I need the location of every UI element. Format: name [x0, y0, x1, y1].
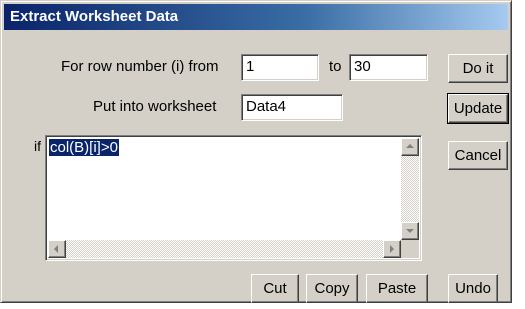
- cut-button[interactable]: Cut: [251, 274, 299, 303]
- condition-text[interactable]: col(B)[i]>0: [49, 139, 119, 156]
- scroll-down-button[interactable]: [401, 222, 419, 240]
- title-bar[interactable]: Extract Worksheet Data: [4, 4, 508, 30]
- scroll-up-button[interactable]: [401, 138, 419, 156]
- extract-worksheet-dialog: Extract Worksheet Data For row number (i…: [0, 0, 512, 303]
- scroll-right-button[interactable]: [383, 240, 401, 258]
- scrollbar-corner: [401, 240, 419, 258]
- copy-button[interactable]: Copy: [306, 274, 358, 303]
- scroll-up-icon: [406, 144, 414, 148]
- scroll-down-icon: [406, 229, 414, 233]
- do-it-button[interactable]: Do it: [448, 54, 508, 83]
- update-button[interactable]: Update: [447, 93, 509, 124]
- condition-label: if: [34, 138, 41, 154]
- scroll-right-icon: [390, 245, 394, 253]
- paste-button[interactable]: Paste: [366, 274, 428, 303]
- horizontal-scrollbar[interactable]: [48, 240, 401, 258]
- row-from-label: For row number (i) from: [61, 58, 219, 75]
- row-to-input[interactable]: 30: [349, 54, 428, 81]
- worksheet-input[interactable]: Data4: [241, 94, 343, 121]
- scroll-left-button[interactable]: [48, 240, 66, 258]
- row-to-label: to: [329, 58, 342, 75]
- vertical-scrollbar[interactable]: [401, 138, 419, 240]
- row-from-input[interactable]: 1: [241, 54, 319, 81]
- undo-button[interactable]: Undo: [448, 274, 498, 303]
- window-title: Extract Worksheet Data: [10, 8, 179, 25]
- worksheet-label: Put into worksheet: [93, 98, 217, 115]
- cancel-button[interactable]: Cancel: [448, 141, 508, 170]
- condition-textarea[interactable]: col(B)[i]>0: [45, 135, 422, 261]
- scroll-left-icon: [54, 245, 58, 253]
